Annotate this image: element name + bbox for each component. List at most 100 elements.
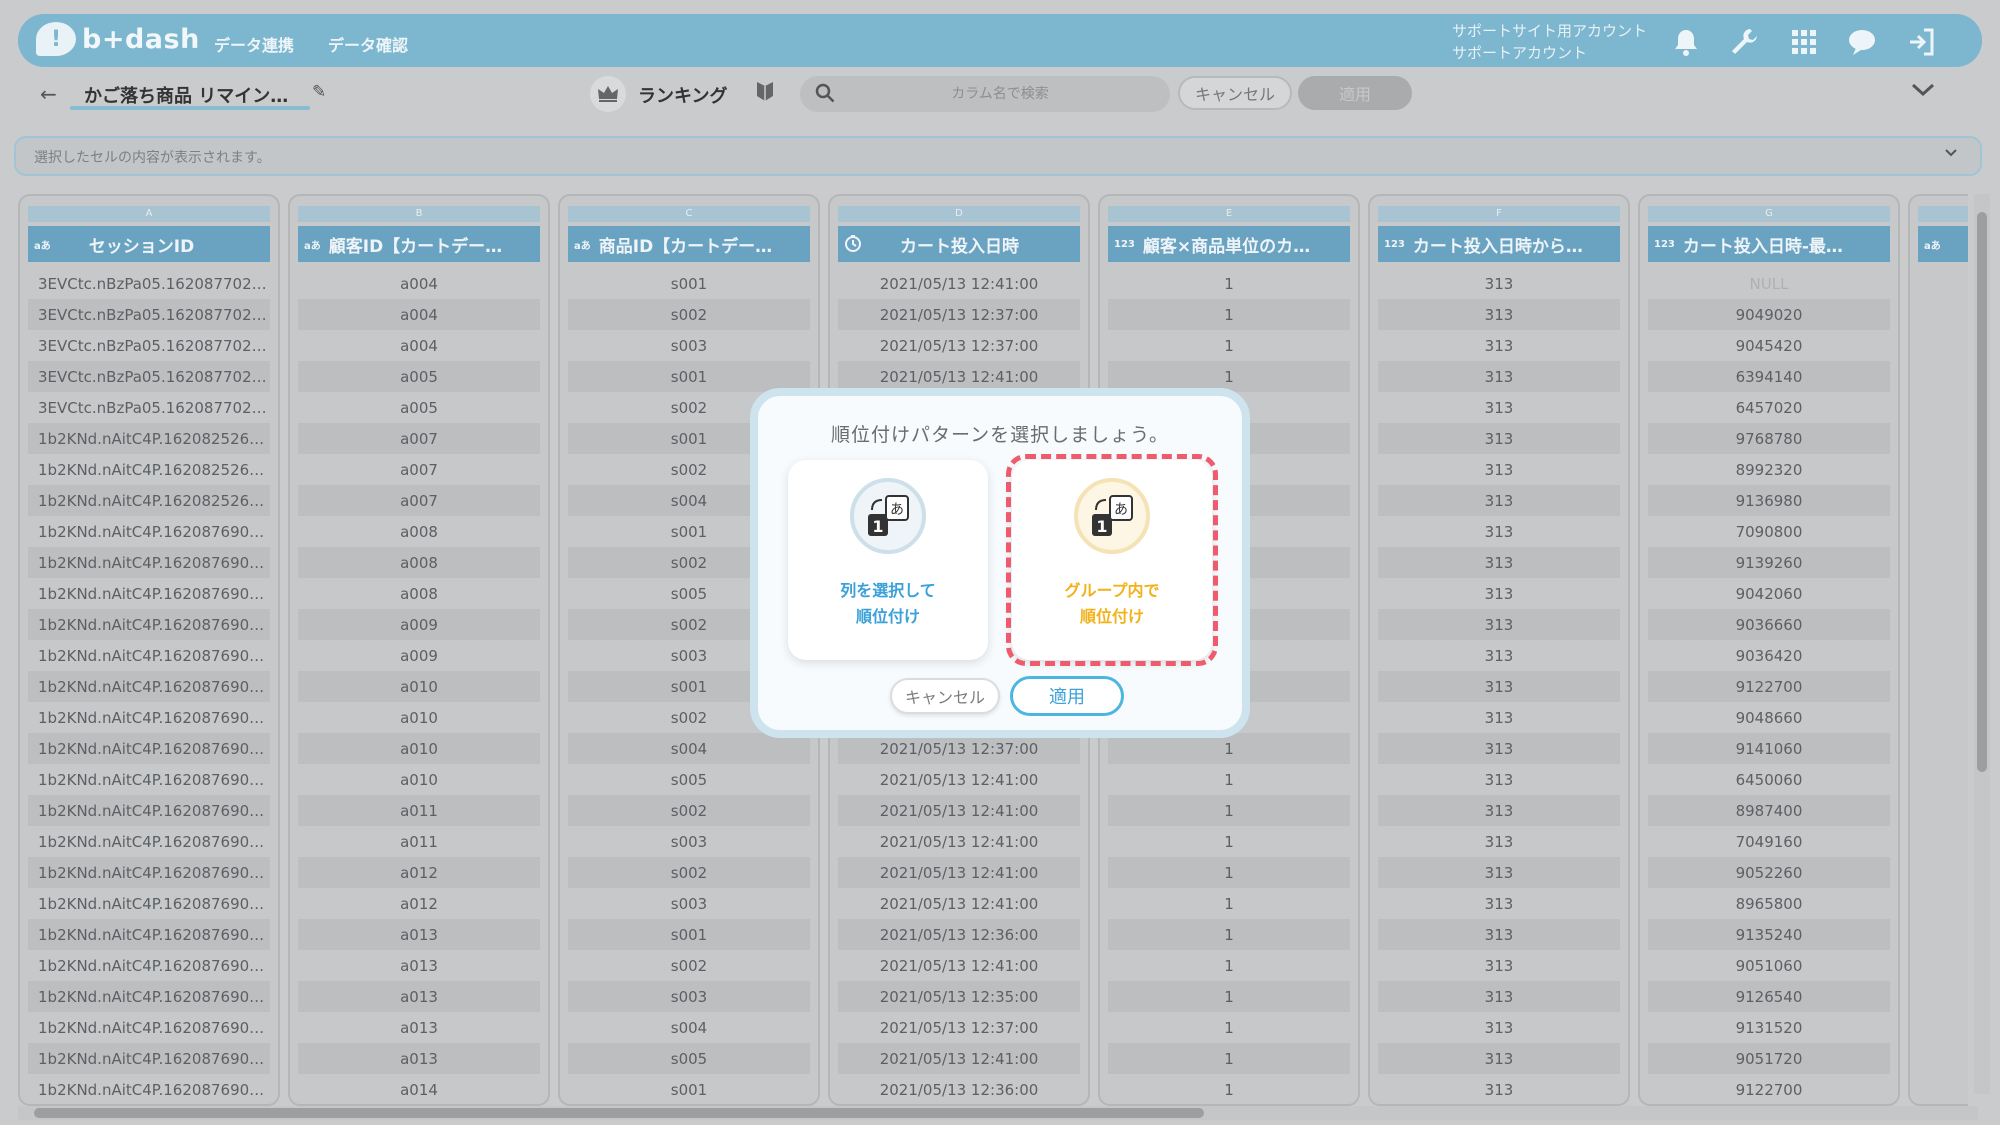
column-search-input[interactable]	[850, 80, 1150, 108]
table-cell[interactable]: 3EVCtc.nBzPa05.162087702…	[28, 299, 270, 330]
table-cell[interactable]: a004	[298, 299, 540, 330]
modal-cancel-button[interactable]: キャンセル	[890, 678, 1000, 714]
column-header[interactable]: 123 カート投入日時から…	[1378, 226, 1620, 262]
table-cell[interactable]: 313	[1378, 640, 1620, 671]
table-cell[interactable]: 313	[1378, 795, 1620, 826]
column-header[interactable]: aあ 商品ID【カートデー…	[568, 226, 810, 262]
table-cell[interactable]: a008	[298, 516, 540, 547]
table-cell[interactable]: a012	[298, 888, 540, 919]
wrench-icon[interactable]	[1728, 26, 1760, 58]
table-cell[interactable]: 1b2KNd.nAitC4P.162087690…	[28, 764, 270, 795]
column-header[interactable]: aあ	[1918, 226, 1968, 262]
table-cell[interactable]: NULL	[1648, 268, 1890, 299]
table-cell[interactable]: 6394140	[1648, 361, 1890, 392]
modal-apply-button[interactable]: 適用	[1010, 676, 1124, 716]
apps-grid-icon[interactable]	[1788, 26, 1820, 58]
logout-icon[interactable]	[1906, 26, 1938, 58]
table-cell[interactable]: s003	[568, 888, 810, 919]
table-cell[interactable]: 1b2KNd.nAitC4P.162087690…	[28, 795, 270, 826]
table-cell[interactable]: 1	[1108, 330, 1350, 361]
table-cell[interactable]: 1b2KNd.nAitC4P.162087690…	[28, 1012, 270, 1043]
table-cell[interactable]: a013	[298, 950, 540, 981]
table-cell[interactable]: s001	[568, 1074, 810, 1104]
table-cell[interactable]: 313	[1378, 454, 1620, 485]
table-cell[interactable]: 313	[1378, 423, 1620, 454]
grid-column[interactable]: G 123 カート投入日時-最… NULL 9049020 9045420 6394140 6…	[1638, 194, 1900, 1106]
bdash-logo[interactable]: ! b+dash	[36, 22, 200, 56]
vertical-scrollbar[interactable]	[1974, 194, 1990, 1094]
table-cell[interactable]: 6457020	[1648, 392, 1890, 423]
table-cell[interactable]: 313	[1378, 826, 1620, 857]
table-cell[interactable]: 313	[1378, 733, 1620, 764]
table-cell[interactable]: 9768780	[1648, 423, 1890, 454]
table-cell[interactable]: 9126540	[1648, 981, 1890, 1012]
table-cell[interactable]: 9141060	[1648, 733, 1890, 764]
table-cell[interactable]: 2021/05/13 12:41:00	[838, 857, 1080, 888]
table-cell[interactable]: 2021/05/13 12:41:00	[838, 888, 1080, 919]
table-cell[interactable]: s003	[568, 981, 810, 1012]
table-cell[interactable]: 313	[1378, 702, 1620, 733]
table-cell[interactable]: 1b2KNd.nAitC4P.162087690…	[28, 826, 270, 857]
rank-by-column-option[interactable]: 1あ 列を選択して 順位付け	[788, 460, 988, 660]
table-cell[interactable]: s005	[568, 764, 810, 795]
table-cell[interactable]: 1b2KNd.nAitC4P.162087690…	[28, 516, 270, 547]
horizontal-scroll-thumb[interactable]	[34, 1108, 1204, 1118]
table-cell[interactable]: 1	[1108, 764, 1350, 795]
table-cell[interactable]: 6450060	[1648, 764, 1890, 795]
nav-data-integration[interactable]: データ連携	[214, 32, 294, 56]
table-cell[interactable]: 9036660	[1648, 609, 1890, 640]
table-cell[interactable]: 313	[1378, 392, 1620, 423]
support-chat-icon[interactable]	[1846, 26, 1878, 58]
table-cell[interactable]: s005	[568, 1043, 810, 1074]
table-cell[interactable]: s004	[568, 733, 810, 764]
table-cell[interactable]: s003	[568, 826, 810, 857]
table-cell[interactable]: 2021/05/13 12:37:00	[838, 1012, 1080, 1043]
table-cell[interactable]: s002	[568, 950, 810, 981]
column-search-box[interactable]	[800, 76, 1170, 112]
table-cell[interactable]: a013	[298, 919, 540, 950]
table-cell[interactable]: 1b2KNd.nAitC4P.162087690…	[28, 857, 270, 888]
table-cell[interactable]: 2021/05/13 12:37:00	[838, 330, 1080, 361]
table-cell[interactable]: s004	[568, 1012, 810, 1043]
table-cell[interactable]: 7090800	[1648, 516, 1890, 547]
table-cell[interactable]: a007	[298, 423, 540, 454]
table-cell[interactable]: 313	[1378, 485, 1620, 516]
table-cell[interactable]: 1b2KNd.nAitC4P.162087690…	[28, 578, 270, 609]
table-cell[interactable]: a004	[298, 268, 540, 299]
table-cell[interactable]: 9036420	[1648, 640, 1890, 671]
table-cell[interactable]: 1b2KNd.nAitC4P.162087690…	[28, 547, 270, 578]
table-cell[interactable]: 2021/05/13 12:41:00	[838, 950, 1080, 981]
table-cell[interactable]: 3EVCtc.nBzPa05.162087702…	[28, 392, 270, 423]
table-cell[interactable]: 1b2KNd.nAitC4P.162087690…	[28, 640, 270, 671]
table-cell[interactable]: 1	[1108, 1012, 1350, 1043]
table-cell[interactable]: 1	[1108, 950, 1350, 981]
table-cell[interactable]: 2021/05/13 12:36:00	[838, 1074, 1080, 1104]
table-cell[interactable]: 8992320	[1648, 454, 1890, 485]
table-cell[interactable]: 313	[1378, 764, 1620, 795]
table-cell[interactable]: s003	[568, 330, 810, 361]
table-cell[interactable]: 8987400	[1648, 795, 1890, 826]
table-cell[interactable]: a004	[298, 330, 540, 361]
nav-data-check[interactable]: データ確認	[328, 32, 408, 56]
table-cell[interactable]: a013	[298, 1043, 540, 1074]
table-cell[interactable]: 313	[1378, 330, 1620, 361]
table-cell[interactable]: 2021/05/13 12:37:00	[838, 299, 1080, 330]
table-cell[interactable]: 1	[1108, 981, 1350, 1012]
edit-pencil-icon[interactable]: ✎	[312, 82, 326, 102]
table-cell[interactable]: 313	[1378, 950, 1620, 981]
table-cell[interactable]: 3EVCtc.nBzPa05.162087702…	[28, 361, 270, 392]
table-cell[interactable]: 9045420	[1648, 330, 1890, 361]
table-cell[interactable]: 1b2KNd.nAitC4P.162087690…	[28, 609, 270, 640]
table-cell[interactable]: 9048660	[1648, 702, 1890, 733]
table-cell[interactable]: 2021/05/13 12:36:00	[838, 919, 1080, 950]
table-cell[interactable]: 1b2KNd.nAitC4P.162082526…	[28, 423, 270, 454]
table-cell[interactable]: 1b2KNd.nAitC4P.162082526…	[28, 454, 270, 485]
table-cell[interactable]: s001	[568, 919, 810, 950]
dashboard-title[interactable]: かご落ち商品 リマイン…	[84, 82, 288, 108]
table-cell[interactable]: a005	[298, 361, 540, 392]
grid-column[interactable]: Aaあ セッションID 3EVCtc.nBzPa05.162087702… 3EVCt…	[18, 194, 280, 1106]
table-cell[interactable]: a010	[298, 671, 540, 702]
table-cell[interactable]: 9122700	[1648, 671, 1890, 702]
table-cell[interactable]: s002	[568, 857, 810, 888]
table-cell[interactable]: 1b2KNd.nAitC4P.162087690…	[28, 1074, 270, 1104]
